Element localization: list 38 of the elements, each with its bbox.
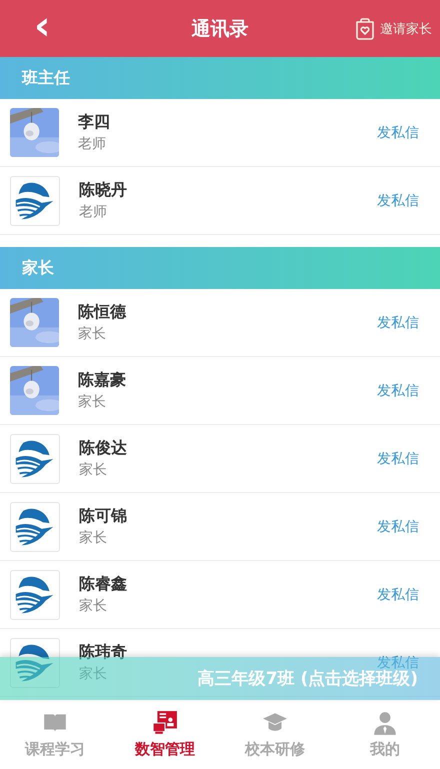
wave-logo-icon: [10, 570, 60, 620]
contact-name: 李四: [78, 112, 110, 133]
message-link[interactable]: 发私信: [377, 450, 419, 468]
message-link[interactable]: 发私信: [377, 314, 419, 332]
section-title: 家长: [22, 258, 54, 278]
contact-role: 老师: [78, 135, 107, 153]
message-link[interactable]: 发私信: [377, 192, 419, 210]
wave-logo-icon: [10, 638, 60, 688]
contact-name: 陈睿鑫: [79, 574, 127, 595]
contact-name: 陈俊达: [79, 438, 127, 459]
contact-role: 老师: [79, 203, 108, 221]
contact-role: 家长: [79, 529, 108, 547]
message-link[interactable]: 发私信: [377, 382, 419, 400]
wave-logo-icon: [10, 176, 60, 226]
tab[interactable]: 数智管理: [110, 700, 220, 769]
message-link[interactable]: 发私信: [377, 586, 419, 604]
message-link[interactable]: 发私信: [377, 518, 419, 536]
contact-name: 陈嘉豪: [78, 370, 126, 391]
tab[interactable]: 课程学习: [0, 700, 110, 769]
page-title: 通讯录: [192, 16, 248, 42]
invite-parents-button[interactable]: 邀请家长: [353, 16, 432, 40]
tab[interactable]: 校本研修: [220, 700, 330, 769]
contact-role: 家长: [79, 461, 108, 479]
person-icon: [372, 710, 398, 736]
message-link[interactable]: 发私信: [377, 124, 419, 142]
back-button[interactable]: ‹: [34, 6, 50, 52]
contact-role: 家长: [78, 325, 107, 343]
contact-name: 陈恒德: [78, 302, 126, 323]
section-title: 班主任: [22, 68, 70, 88]
contact-role: 家长: [78, 393, 107, 411]
contact-name: 陈可锦: [79, 506, 127, 527]
contact-role: 家长: [79, 597, 108, 615]
heart-bag-icon: [353, 16, 377, 40]
wave-logo-icon: [10, 434, 60, 484]
tab[interactable]: 我的: [330, 700, 440, 769]
presentation-icon: [152, 710, 178, 736]
contact-name: 陈晓丹: [79, 180, 127, 201]
wave-logo-icon: [10, 502, 60, 552]
